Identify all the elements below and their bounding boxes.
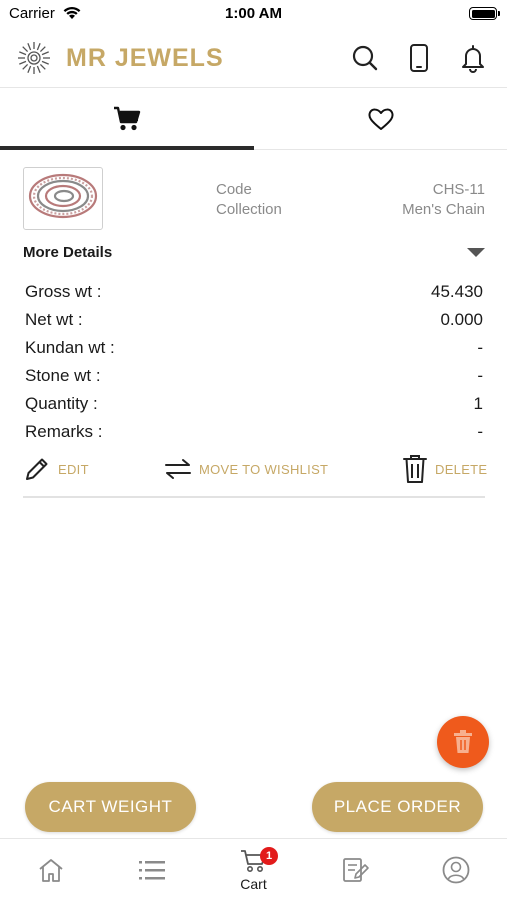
tab-cart[interactable] [0, 89, 253, 149]
logo-icon [18, 42, 50, 74]
profile-icon [442, 856, 469, 884]
cart-wishlist-tabs [0, 89, 507, 150]
detail-label: Gross wt : [25, 282, 102, 301]
tabbar-orders[interactable] [304, 839, 405, 900]
detail-label: Quantity : [25, 394, 98, 413]
tabbar-menu[interactable] [101, 839, 202, 900]
clear-cart-button[interactable] [437, 716, 489, 768]
detail-row-gross-wt: Gross wt : 45.430 [25, 282, 483, 310]
pencil-icon [26, 458, 48, 480]
tab-indicator [0, 146, 254, 150]
battery-icon [469, 7, 500, 20]
detail-value: 0.000 [440, 310, 483, 329]
brand-name: MR JEWELS [66, 44, 224, 72]
detail-value: - [477, 338, 483, 357]
list-icon [138, 861, 165, 880]
swap-arrows-icon [165, 459, 191, 479]
edit-label: EDIT [58, 461, 89, 477]
code-label: Code [216, 181, 252, 198]
trash-icon [403, 455, 427, 483]
code-value: CHS-11 [432, 181, 485, 198]
trash-icon [454, 730, 472, 753]
move-to-wishlist-button[interactable]: MOVE TO WISHLIST [163, 453, 328, 485]
bottom-tab-bar: Cart 1 [0, 838, 507, 900]
status-bar: Carrier 1:00 AM [0, 0, 507, 28]
heart-icon [367, 108, 394, 130]
chain-image [28, 173, 98, 219]
detail-label: Kundan wt : [25, 338, 115, 357]
edit-button[interactable]: EDIT [22, 453, 89, 485]
cart-icon [113, 106, 140, 131]
detail-label: Stone wt : [25, 366, 101, 385]
delete-button[interactable]: DELETE [401, 453, 487, 485]
detail-row-stone-wt: Stone wt : - [25, 366, 483, 394]
detail-row-remarks: Remarks : - [25, 422, 483, 450]
product-thumbnail[interactable] [23, 167, 103, 230]
detail-row-net-wt: Net wt : 0.000 [25, 310, 483, 338]
place-order-button[interactable]: PLACE ORDER [312, 782, 483, 832]
more-details-label[interactable]: More Details [23, 244, 112, 261]
move-to-wishlist-label: MOVE TO WISHLIST [199, 461, 329, 477]
detail-value: - [477, 422, 483, 441]
detail-value: 1 [473, 394, 483, 413]
detail-row-kundan-wt: Kundan wt : - [25, 338, 483, 366]
cart-count-badge: 1 [260, 847, 278, 865]
detail-value: 45.430 [431, 282, 483, 301]
item-divider [23, 496, 485, 498]
home-icon [38, 859, 63, 882]
tabbar-home[interactable] [0, 839, 101, 900]
chevron-down-icon[interactable] [467, 248, 485, 257]
detail-label: Net wt : [25, 310, 83, 329]
app-header: MR JEWELS [0, 30, 507, 88]
collection-value: Men's Chain [402, 201, 485, 218]
order-edit-icon [342, 858, 369, 882]
clock: 1:00 AM [225, 5, 282, 22]
tabbar-profile[interactable] [405, 839, 506, 900]
delete-label: DELETE [435, 461, 488, 477]
search-icon[interactable] [349, 42, 381, 74]
tabbar-cart-label: Cart [240, 876, 267, 892]
detail-row-quantity: Quantity : 1 [25, 394, 483, 422]
phone-icon[interactable] [403, 42, 435, 74]
collection-label: Collection [216, 201, 282, 218]
tabbar-cart[interactable]: Cart 1 [203, 839, 304, 900]
detail-value: - [477, 366, 483, 385]
tab-wishlist[interactable] [254, 89, 507, 149]
detail-label: Remarks : [25, 422, 103, 441]
bell-icon[interactable] [457, 42, 489, 74]
cart-weight-button[interactable]: CART WEIGHT [25, 782, 196, 832]
